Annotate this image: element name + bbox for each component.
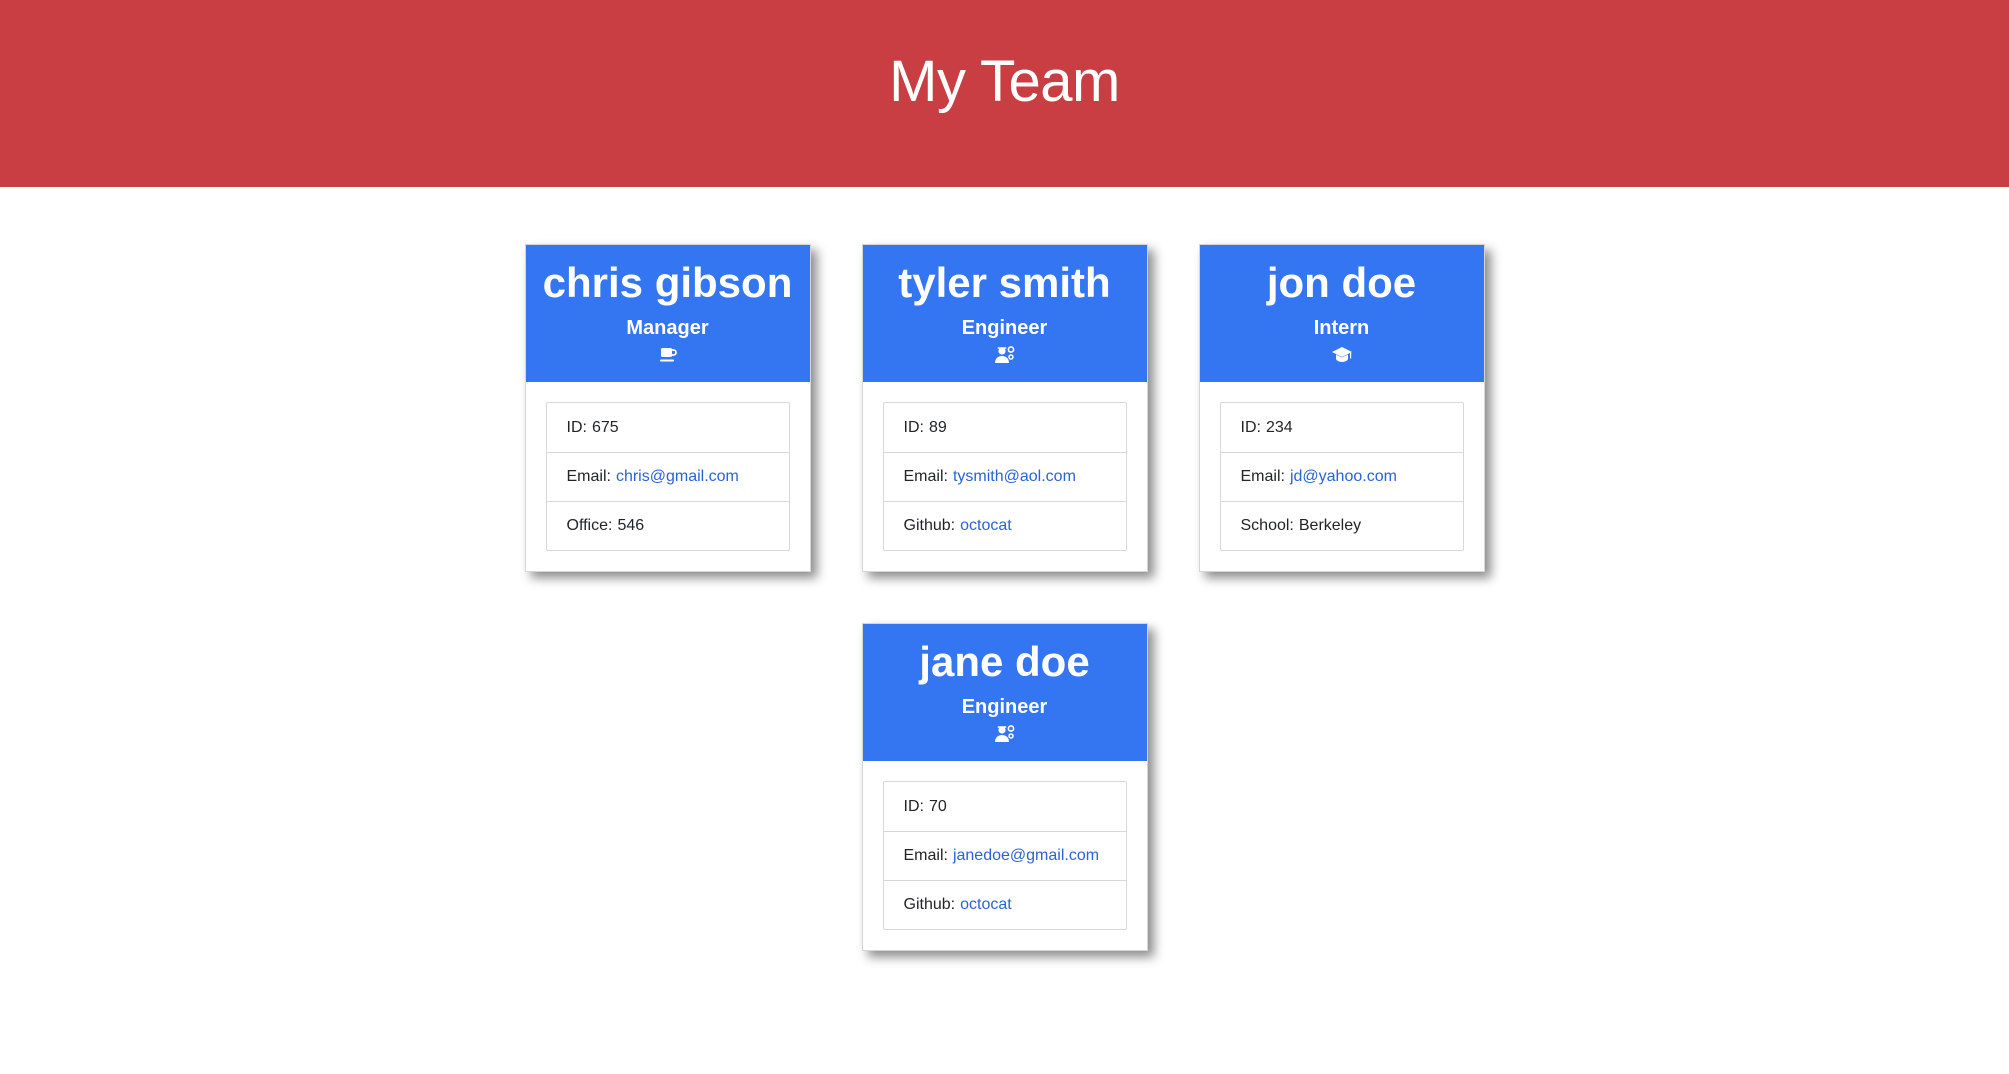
graduation-cap-icon	[1200, 345, 1484, 365]
card-header: jon doe Intern	[1199, 245, 1484, 382]
employee-email: Email: jd@yahoo.com	[1220, 452, 1463, 501]
employee-card-engineer: tyler smith Engineer ID: 89 Email: tysmi…	[861, 244, 1148, 572]
employee-github: Github: octocat	[883, 501, 1126, 550]
employee-school: School: Berkeley	[1220, 501, 1463, 550]
employee-id: ID: 70	[903, 797, 947, 815]
github-link[interactable]: octocat	[960, 896, 1012, 914]
employee-email: Email: janedoe@gmail.com	[883, 831, 1126, 880]
employee-role: Engineer	[961, 696, 1048, 718]
team-cards: chris gibson Manager ID: 675 Email: chri…	[485, 244, 1525, 951]
card-header: chris gibson Manager	[525, 245, 810, 382]
email-link[interactable]: jd@yahoo.com	[1290, 468, 1397, 486]
email-link[interactable]: janedoe@gmail.com	[953, 847, 1099, 865]
employee-role: Manager	[626, 317, 709, 339]
employee-office: Office: 546	[546, 501, 789, 550]
employee-email: Email: tysmith@aol.com	[883, 452, 1126, 501]
employee-details: ID: 234 Email: jd@yahoo.com School: Berk…	[1219, 402, 1464, 551]
employee-id: ID: 675	[566, 418, 619, 436]
user-gear-icon	[863, 724, 1147, 744]
github-link[interactable]: octocat	[960, 517, 1012, 535]
employee-details: ID: 70 Email: janedoe@gmail.com Github: …	[882, 781, 1127, 930]
user-gear-icon	[863, 345, 1147, 365]
employee-card-intern: jon doe Intern ID: 234 Email: jd@yahoo.c…	[1198, 244, 1485, 572]
employee-id: ID: 89	[903, 418, 947, 436]
employee-role: Engineer	[961, 317, 1048, 339]
page-title: My Team	[889, 49, 1120, 114]
card-header: tyler smith Engineer	[862, 245, 1147, 382]
email-link[interactable]: tysmith@aol.com	[953, 468, 1076, 486]
employee-github: Github: octocat	[883, 880, 1126, 929]
employee-card-manager: chris gibson Manager ID: 675 Email: chri…	[524, 244, 811, 572]
employee-id: ID: 234	[1240, 418, 1293, 436]
coffee-mug-icon	[526, 345, 810, 365]
employee-details: ID: 675 Email: chris@gmail.com Office: 5…	[545, 402, 790, 551]
employee-role: Intern	[1313, 317, 1370, 339]
page-header: My Team	[0, 0, 2009, 187]
employee-name: jane doe	[919, 638, 1090, 685]
employee-name: jon doe	[1266, 259, 1417, 306]
employee-details: ID: 89 Email: tysmith@aol.com Github: oc…	[882, 402, 1127, 551]
card-header: jane doe Engineer	[862, 624, 1147, 761]
employee-card-engineer: jane doe Engineer ID: 70 Email: janedoe@…	[861, 623, 1148, 951]
email-link[interactable]: chris@gmail.com	[616, 468, 739, 486]
employee-name: chris gibson	[542, 259, 793, 306]
employee-name: tyler smith	[898, 259, 1111, 306]
employee-email: Email: chris@gmail.com	[546, 452, 789, 501]
